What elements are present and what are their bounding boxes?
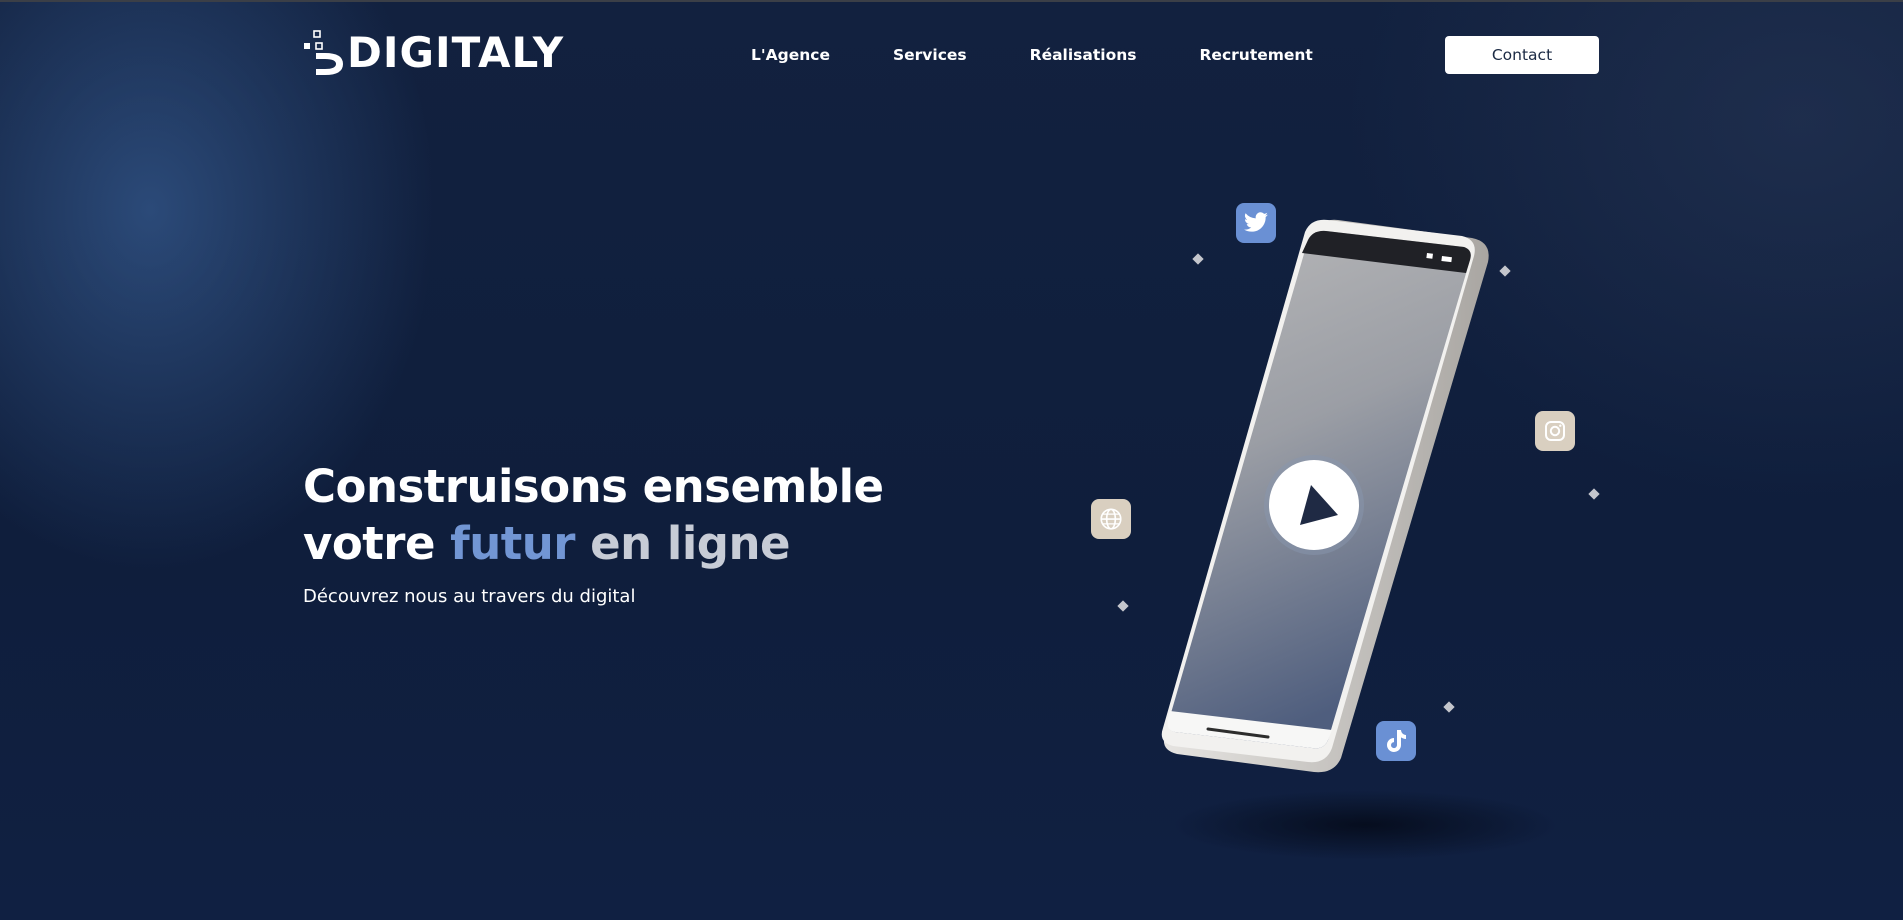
phone-illustration	[1080, 190, 1620, 870]
nav-item-services[interactable]: Services	[893, 44, 967, 66]
brand-logo[interactable]: DIGITALY	[303, 29, 564, 77]
phone-shadow	[1170, 790, 1560, 860]
nav-item-realisations[interactable]: Réalisations	[1030, 44, 1137, 66]
globe-icon[interactable]	[1091, 499, 1131, 539]
logo-pixel-icon	[304, 30, 343, 75]
play-icon[interactable]	[1262, 453, 1366, 557]
hero-title-line1: Construisons ensemble	[303, 460, 884, 513]
tiktok-icon[interactable]	[1376, 721, 1416, 761]
instagram-icon[interactable]	[1535, 411, 1575, 451]
brand-name: DIGITALY	[347, 28, 565, 77]
nav-item-recrutement[interactable]: Recrutement	[1200, 44, 1313, 66]
main-nav: L'Agence Services Réalisations Recruteme…	[751, 44, 1376, 66]
hero-title-accent-en-ligne: en ligne	[575, 517, 791, 570]
window-top-border	[0, 0, 1903, 2]
nav-item-agence[interactable]: L'Agence	[751, 44, 830, 66]
contact-button[interactable]: Contact	[1445, 36, 1599, 74]
twitter-icon[interactable]	[1236, 203, 1276, 243]
hero-title: Construisons ensemble votre futur en lig…	[303, 458, 923, 572]
hero-title-accent-futur: futur	[450, 517, 575, 570]
hero-title-line2-start: votre	[303, 517, 451, 570]
hero-subtitle: Découvrez nous au travers du digital	[303, 586, 636, 607]
